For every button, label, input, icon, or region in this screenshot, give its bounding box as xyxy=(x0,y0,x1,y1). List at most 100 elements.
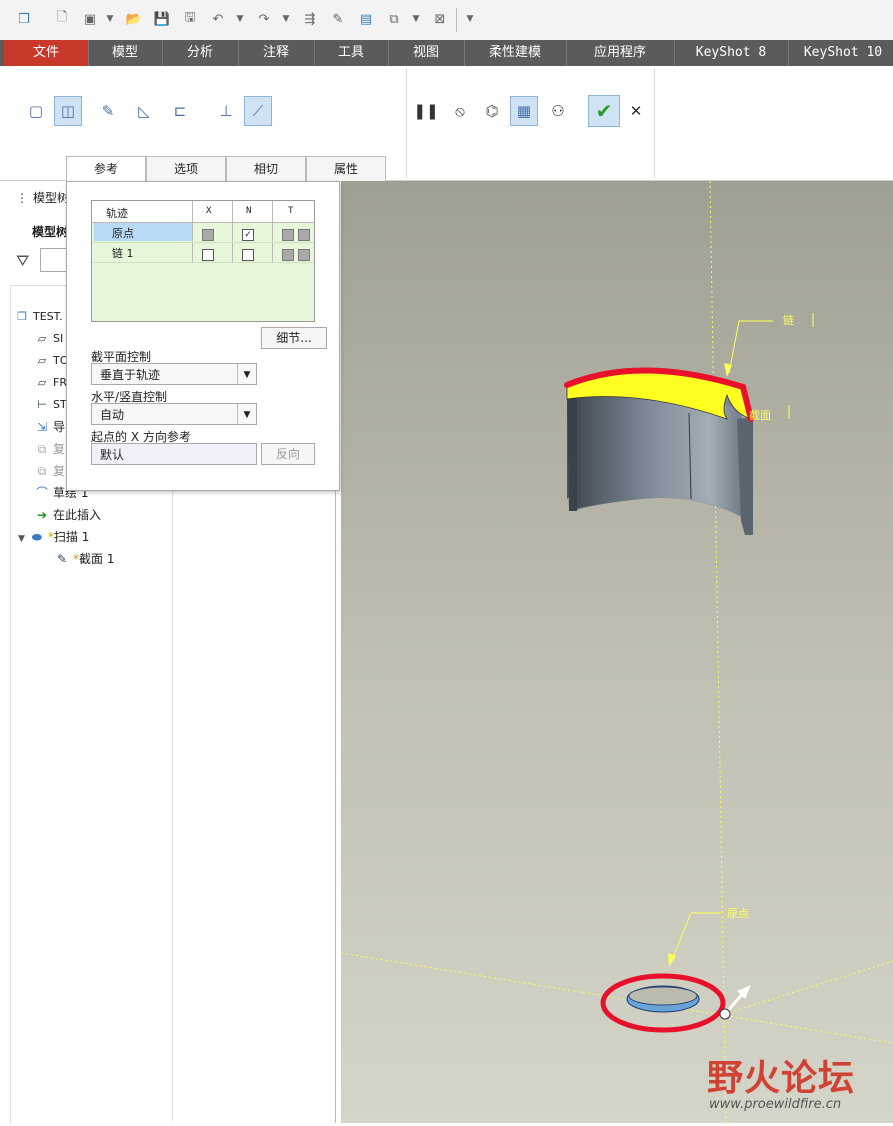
origin-label: 原点 xyxy=(727,907,749,920)
csys-icon: ⊢ xyxy=(37,398,47,411)
variable-section-icon[interactable]: ⟋ xyxy=(244,96,272,126)
undo-icon[interactable]: ↶ xyxy=(208,9,228,29)
tree-item-label: 在此插入 xyxy=(53,508,102,522)
hv-control-select[interactable]: 自动 ▼ xyxy=(91,403,257,425)
table-row-selected-bg xyxy=(94,223,192,241)
origin-t-checkbox[interactable] xyxy=(282,227,310,241)
col-header-t: T xyxy=(288,206,294,216)
new-file-icon[interactable]: 🗋 xyxy=(52,9,72,29)
vertical-datum-line xyxy=(709,180,727,1124)
window-icon[interactable]: ▣ xyxy=(80,9,100,29)
start-point-marker xyxy=(719,1008,731,1020)
part-icon: ❒ xyxy=(17,310,27,323)
tab-annotate[interactable]: 注释 xyxy=(238,40,315,66)
plane-icon: ▱ xyxy=(37,332,47,345)
tree-item-copy-2[interactable]: ⧉ 复 xyxy=(34,460,65,482)
filter-icon[interactable]: ⛛ xyxy=(16,251,29,271)
copy-icon: ⧉ xyxy=(37,442,47,456)
redo-icon[interactable]: ↷ xyxy=(254,9,274,29)
tab-tools[interactable]: 工具 xyxy=(314,40,389,66)
open-folder-icon[interactable]: 📂 xyxy=(124,9,144,29)
chevron-down-icon[interactable]: ▼ xyxy=(406,9,426,29)
no-preview-icon[interactable]: ⦸ xyxy=(446,96,474,126)
pause-icon[interactable]: ❚❚ xyxy=(412,96,440,126)
remove-material-icon[interactable]: ◺ xyxy=(130,96,158,126)
subtab-references[interactable]: 参考 xyxy=(66,156,146,181)
tab-keyshot-8[interactable]: KeyShot 8 xyxy=(674,40,789,66)
subtab-tangency[interactable]: 相切 xyxy=(226,156,306,181)
horizontal-datum-line xyxy=(340,952,893,1044)
tab-analysis[interactable]: 分析 xyxy=(162,40,239,66)
graphics-window[interactable]: 链 截面 原点 野火论坛 www.proewildfire.cn xyxy=(340,180,893,1124)
ribbon-tabs: 文件 模型 分析 注释 工具 视图 柔性建模 应用程序 KeyShot 8 Ke… xyxy=(0,40,893,66)
tree-margin-line xyxy=(10,285,11,1123)
origin-n-checkbox[interactable]: ✓ xyxy=(242,227,254,241)
surface-icon[interactable]: ◫ xyxy=(54,96,82,126)
chevron-down-icon[interactable]: ▼ xyxy=(276,9,296,29)
regenerate-icon[interactable]: ⇶ xyxy=(300,9,320,29)
save-copy-icon[interactable]: 🖫 xyxy=(180,9,200,29)
tree-item-label: SI xyxy=(53,332,64,345)
chain-n-checkbox[interactable] xyxy=(242,247,254,261)
tree-column-divider xyxy=(172,471,173,1121)
model-tree-header-label: 模型树 xyxy=(33,191,70,205)
sketch-section-icon[interactable]: ✎ xyxy=(94,96,122,126)
switch-window-icon[interactable]: ⧉ xyxy=(384,9,404,29)
tree-item-plane-right[interactable]: ▱ SI xyxy=(34,328,63,350)
x-direction-field[interactable]: 默认 xyxy=(91,443,257,465)
section-label: 截面 xyxy=(749,409,771,422)
constant-section-icon[interactable]: ⊥ xyxy=(212,96,240,126)
ok-checkmark-icon[interactable]: ✔ xyxy=(588,95,620,127)
tree-item-plane-front[interactable]: ▱ FR xyxy=(34,372,67,394)
tab-keyshot-10[interactable]: KeyShot 10 xyxy=(788,40,893,66)
windows-icon[interactable]: ▤ xyxy=(356,9,376,29)
table-row-origin[interactable]: 原点 xyxy=(112,225,134,241)
origin-x-checkbox[interactable] xyxy=(202,227,214,241)
chevron-down-icon[interactable]: ▼ xyxy=(18,534,25,544)
thicken-icon[interactable]: ⊏ xyxy=(166,96,194,126)
tree-item-part[interactable]: ❒ TEST. xyxy=(14,306,63,328)
tree-item-label: 截面 1 xyxy=(79,552,115,566)
tree-item-csys[interactable]: ⊢ ST xyxy=(34,394,67,416)
tree-item-section[interactable]: ✎ *截面 1 xyxy=(54,548,114,570)
flip-button[interactable]: 反向 xyxy=(261,443,315,465)
chain-x-checkbox[interactable] xyxy=(202,247,214,261)
tree-item-sweep[interactable]: ▼ ⬬ *扫描 1 xyxy=(18,526,89,548)
verify-mode-icon[interactable]: ▦ xyxy=(510,96,538,126)
section-plane-select[interactable]: 垂直于轨迹 ▼ xyxy=(91,363,257,385)
chevron-down-icon[interactable]: ▼ xyxy=(230,9,250,29)
save-icon[interactable]: 💾 xyxy=(152,9,172,29)
plane-icon: ▱ xyxy=(37,354,47,367)
chain-t-checkbox[interactable] xyxy=(282,247,310,261)
tree-item-plane-top[interactable]: ▱ TO xyxy=(34,350,69,372)
copy-icon: ⧉ xyxy=(37,464,47,478)
sweep-dashboard: ▢ ◫ ✎ ◺ ⊏ ⊥ ⟋ ❚❚ ⦸ ⌬ ▦ ⚇ ✔ ✕ 参考 选项 相切 属性 xyxy=(0,66,893,181)
chevron-down-icon: ▼ xyxy=(237,404,256,424)
cancel-x-icon[interactable]: ✕ xyxy=(622,96,650,126)
table-row-chain[interactable]: 链 1 xyxy=(112,245,134,261)
subtab-options[interactable]: 选项 xyxy=(146,156,226,181)
chevron-down-icon[interactable]: ▼ xyxy=(100,9,120,29)
tree-item-import[interactable]: ⇲ 导 xyxy=(34,416,65,438)
tab-applications[interactable]: 应用程序 xyxy=(566,40,675,66)
close-window-icon[interactable]: ⊠ xyxy=(430,9,450,29)
tab-model[interactable]: 模型 xyxy=(88,40,163,66)
tab-flexible-modeling[interactable]: 柔性建模 xyxy=(464,40,567,66)
model-tree-header[interactable]: ⋮ 模型树 xyxy=(14,189,69,206)
trajectory-table: 轨迹 X N T 原点 ✓ 链 1 xyxy=(91,200,315,322)
solid-icon[interactable]: ▢ xyxy=(22,96,50,126)
col-header-x: X xyxy=(206,206,212,216)
tab-view[interactable]: 视图 xyxy=(388,40,465,66)
subtab-properties[interactable]: 属性 xyxy=(306,156,386,181)
glasses-icon[interactable]: ⚇ xyxy=(544,96,572,126)
details-button[interactable]: 细节... xyxy=(261,327,327,349)
tree-item-insert-here[interactable]: ➔ 在此插入 xyxy=(34,504,101,526)
watermark-title: 野火论坛 xyxy=(707,1058,856,1099)
customize-toolbar-icon[interactable]: ▼ xyxy=(460,9,480,29)
preview-wireframe-icon[interactable]: ⌬ xyxy=(478,96,506,126)
tab-file[interactable]: 文件 xyxy=(4,40,89,66)
regen-manager-icon[interactable]: ✎ xyxy=(328,9,348,29)
table-col-divider xyxy=(272,201,273,263)
tree-item-copy-1[interactable]: ⧉ 复 xyxy=(34,438,65,460)
app-cube-icon[interactable]: ❒ xyxy=(14,9,34,29)
